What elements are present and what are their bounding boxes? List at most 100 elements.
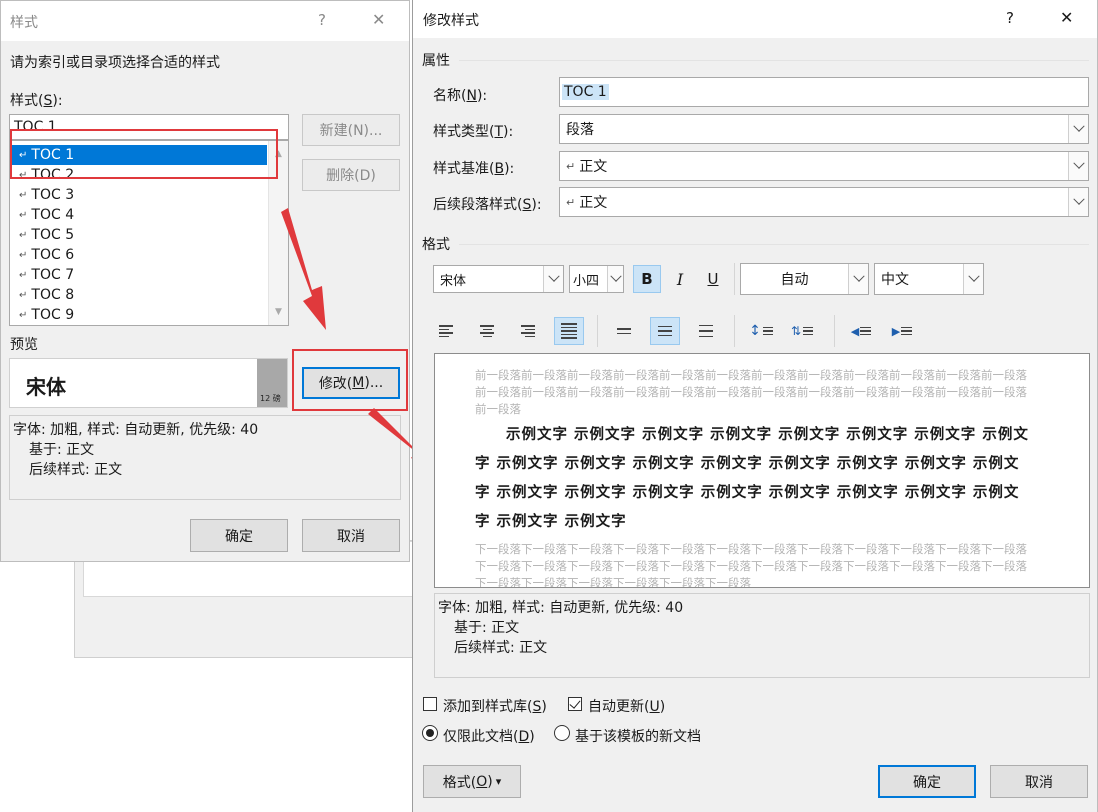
one-half-spacing-icon[interactable]	[650, 317, 680, 345]
paragraph-return-icon: ↵	[19, 209, 28, 221]
chevron-down-icon[interactable]	[1068, 152, 1088, 180]
desc-line-based: 基于: 正文	[454, 620, 520, 636]
paragraph-return-icon: ↵	[19, 309, 28, 321]
style-list-item[interactable]: ↵ TOC 2	[11, 165, 267, 185]
help-icon[interactable]: ?	[1006, 9, 1014, 27]
font-color-select[interactable]: 自动	[740, 263, 869, 295]
auto-update-label[interactable]: 自动更新(U)	[588, 696, 665, 716]
font-size-select[interactable]: 小四	[569, 265, 624, 293]
chevron-down-icon[interactable]	[543, 266, 563, 292]
style-list-item[interactable]: ↵ TOC 8	[11, 285, 267, 305]
delete-style-button[interactable]: 删除(D)	[302, 159, 400, 191]
new-documents-template-radio[interactable]	[554, 725, 570, 741]
preview-size-label: 12 磅	[260, 394, 281, 403]
style-list-item-label: TOC 6	[31, 247, 75, 263]
align-left-icon[interactable]	[431, 317, 461, 345]
style-list-item-label: TOC 2	[31, 167, 75, 183]
name-input[interactable]: TOC 1	[559, 77, 1089, 107]
style-dialog-title: 样式	[10, 15, 38, 31]
paragraph-return-icon: ↵	[19, 249, 28, 261]
preview-font-name: 宋体	[26, 375, 66, 399]
style-list-item-label: TOC 4	[31, 207, 75, 223]
toolbar-divider	[834, 315, 835, 347]
help-icon[interactable]: ?	[318, 11, 326, 29]
toolbar-divider	[734, 263, 735, 295]
style-list-item-label: TOC 7	[31, 267, 75, 283]
align-center-icon[interactable]	[472, 317, 502, 345]
format-separator	[459, 244, 1089, 245]
ok-button[interactable]: 确定	[878, 765, 976, 798]
style-list-item[interactable]: ↵ TOC 6	[11, 245, 267, 265]
new-documents-template-label[interactable]: 基于该模板的新文档	[575, 726, 701, 746]
add-to-gallery-label[interactable]: 添加到样式库(S)	[443, 696, 547, 716]
only-this-document-radio[interactable]	[422, 725, 438, 741]
name-label: 名称(N):	[433, 88, 488, 104]
double-spacing-icon[interactable]	[691, 317, 721, 345]
style-list-item-label: TOC 9	[31, 307, 75, 323]
chevron-down-icon[interactable]	[848, 264, 868, 294]
next-style-select[interactable]: ↵ 正文	[559, 187, 1089, 217]
auto-update-checkbox[interactable]	[568, 697, 582, 711]
scroll-down-icon[interactable]: ▼	[275, 307, 282, 317]
space-before-icon[interactable]: ↕	[746, 317, 776, 345]
chevron-down-icon[interactable]	[1068, 115, 1088, 143]
chevron-down-icon[interactable]	[1068, 188, 1088, 216]
style-list-item[interactable]: ↵ TOC 9	[11, 305, 267, 325]
close-icon[interactable]: ✕	[1060, 8, 1073, 27]
style-preview-box: 宋体 12 磅	[9, 358, 288, 408]
modify-preview-pane: 前一段落前一段落前一段落前一段落前一段落前一段落前一段落前一段落前一段落前一段落…	[434, 353, 1090, 588]
style-prompt: 请为索引或目录项选择合适的样式	[10, 55, 220, 71]
style-list-item[interactable]: ↵ TOC 5	[11, 225, 267, 245]
preview-previous-paragraph: 前一段落前一段落前一段落前一段落前一段落前一段落前一段落前一段落前一段落前一段落…	[475, 368, 1027, 416]
add-to-gallery-checkbox[interactable]	[423, 697, 437, 711]
chevron-down-icon: ▾	[495, 775, 502, 788]
style-list-item-label: TOC 8	[31, 287, 75, 303]
paragraph-return-icon: ↵	[19, 289, 28, 301]
new-style-button[interactable]: 新建(N)...	[302, 114, 400, 146]
style-type-label: 样式类型(T):	[433, 124, 514, 140]
style-name-input[interactable]: TOC 1	[9, 114, 289, 140]
decrease-indent-icon[interactable]: ◀	[846, 317, 876, 345]
ok-button[interactable]: 确定	[190, 519, 288, 552]
paragraph-return-icon: ↵	[19, 149, 28, 161]
based-on-select[interactable]: ↵ 正文	[559, 151, 1089, 181]
only-this-document-label[interactable]: 仅限此文档(D)	[443, 726, 535, 746]
space-after-icon[interactable]: ⇅	[787, 317, 817, 345]
style-list-item[interactable]: ↵ TOC 7	[11, 265, 267, 285]
style-list-item[interactable]: ↵ TOC 1	[11, 145, 267, 165]
increase-indent-icon[interactable]: ▶	[887, 317, 917, 345]
align-right-icon[interactable]	[513, 317, 543, 345]
underline-button[interactable]: U	[699, 265, 727, 293]
format-heading: 格式	[422, 237, 450, 253]
chevron-down-icon[interactable]	[963, 264, 983, 294]
format-menu-button[interactable]: 格式(O) ▾	[423, 765, 521, 798]
modify-button[interactable]: 修改(M)...	[302, 367, 400, 399]
style-list-item[interactable]: ↵ TOC 3	[11, 185, 267, 205]
toolbar-divider	[734, 315, 735, 347]
close-icon[interactable]: ✕	[372, 10, 385, 29]
italic-button[interactable]: I	[666, 265, 694, 293]
chevron-down-icon[interactable]	[607, 266, 623, 292]
single-spacing-icon[interactable]	[609, 317, 639, 345]
desc-line-based: 基于: 正文	[29, 442, 95, 458]
paragraph-return-icon: ↵	[19, 169, 28, 181]
desc-line-next: 后续样式: 正文	[454, 640, 548, 656]
preview-size-strip: 12 磅	[257, 359, 287, 407]
cancel-button[interactable]: 取消	[302, 519, 400, 552]
style-type-select[interactable]: 段落	[559, 114, 1089, 144]
style-list-item[interactable]: ↵ TOC 4	[11, 205, 267, 225]
styles-label: 样式(S):	[10, 93, 63, 109]
desc-line-font: 字体: 加粗, 样式: 自动更新, 优先级: 40	[13, 422, 259, 438]
style-list[interactable]: ↵ TOC 1 ↵ TOC 2 ↵ TOC 3 ↵ TOC 4 ↵ TOC 5 ↵ TOC 6 ↵ TOC…	[9, 140, 289, 326]
preview-next-paragraph: 下一段落下一段落下一段落下一段落下一段落下一段落下一段落下一段落下一段落下一段落…	[475, 542, 1027, 588]
modify-dialog-titlebar: 修改样式 ? ✕	[413, 0, 1097, 38]
justify-icon[interactable]	[554, 317, 584, 345]
toolbar-divider	[597, 315, 598, 347]
scroll-up-icon[interactable]: ▲	[275, 149, 282, 159]
paragraph-return-icon: ↵	[566, 159, 576, 173]
language-select[interactable]: 中文	[874, 263, 984, 295]
bold-button[interactable]: B	[633, 265, 661, 293]
style-list-scrollbar[interactable]: ▲ ▼	[268, 141, 288, 325]
font-name-select[interactable]: 宋体	[433, 265, 564, 293]
cancel-button[interactable]: 取消	[990, 765, 1088, 798]
